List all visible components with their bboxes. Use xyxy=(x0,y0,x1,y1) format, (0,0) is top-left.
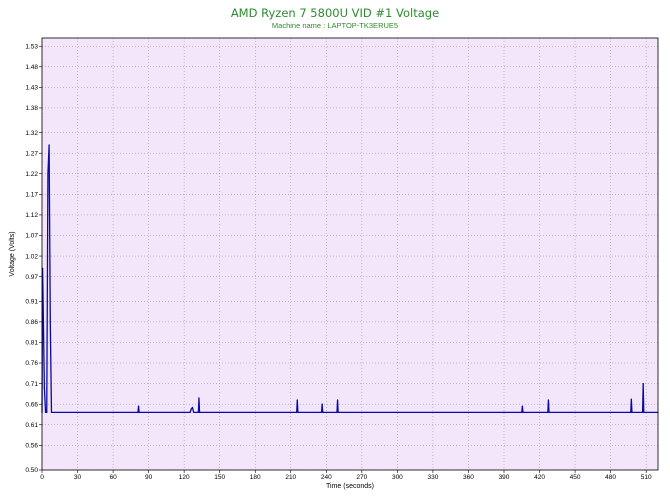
data-point xyxy=(137,405,140,407)
data-point xyxy=(631,411,633,413)
data-point xyxy=(547,411,549,413)
data-point xyxy=(643,411,645,413)
data-point xyxy=(337,411,339,413)
y-tick-label: 1.22 xyxy=(25,171,38,178)
y-tick-label: 1.53 xyxy=(25,43,38,50)
voltage-chart: 0.50 0.56 0.61 0.66 0.71 0.76 0.81 0.86 0.91 0.97… xyxy=(9,37,659,490)
data-point xyxy=(193,411,195,413)
data-point xyxy=(50,411,53,413)
x-tick-label: 0 xyxy=(40,474,44,481)
y-tick-label: 1.17 xyxy=(25,192,38,199)
x-tick-label: 480 xyxy=(605,474,616,481)
data-point xyxy=(42,304,44,307)
x-tick-label: 210 xyxy=(285,474,296,481)
data-point xyxy=(630,411,632,413)
y-axis-title: Voltage (Volts) xyxy=(9,231,16,276)
y-tick-label: 1.43 xyxy=(25,85,38,92)
y-tick-label: 0.66 xyxy=(25,401,38,408)
y-tick-label: 1.32 xyxy=(25,130,38,137)
y-tick-label: 0.56 xyxy=(25,443,38,450)
data-point xyxy=(336,411,338,413)
data-point xyxy=(189,411,191,413)
y-tick-label: 0.50 xyxy=(25,467,38,474)
data-point xyxy=(44,411,47,413)
data-point xyxy=(321,403,323,405)
data-point xyxy=(322,411,324,413)
data-point xyxy=(138,411,140,413)
data-point xyxy=(522,411,524,413)
y-tick-label: 0.81 xyxy=(25,340,38,347)
data-point xyxy=(190,408,192,410)
x-axis-title: Time (seconds) xyxy=(326,483,374,490)
data-point xyxy=(198,397,200,399)
data-point xyxy=(47,173,49,175)
data-point xyxy=(191,406,194,409)
data-point xyxy=(642,411,644,413)
y-tick-label: 1.12 xyxy=(25,212,38,219)
data-point xyxy=(296,399,298,401)
x-tick-label: 300 xyxy=(392,474,403,481)
data-point xyxy=(198,411,201,413)
y-tick-label: 0.61 xyxy=(25,422,38,429)
data-point xyxy=(320,411,323,413)
x-tick-label: 330 xyxy=(427,474,438,481)
y-tick-label: 1.27 xyxy=(25,150,38,157)
x-tick-label: 90 xyxy=(145,474,153,481)
y-tick-label: 0.76 xyxy=(25,360,38,367)
data-point xyxy=(49,321,51,323)
x-tick-label: 420 xyxy=(534,474,545,481)
data-point xyxy=(548,411,550,413)
data-point xyxy=(642,383,644,385)
y-tick-label: 1.38 xyxy=(25,105,38,112)
x-tick-label: 150 xyxy=(214,474,225,481)
data-point xyxy=(630,398,632,400)
x-tick-label: 30 xyxy=(74,474,82,481)
data-point xyxy=(547,399,550,401)
x-tick-label: 180 xyxy=(250,474,261,481)
data-point xyxy=(521,405,523,407)
x-tick-label: 450 xyxy=(570,474,581,481)
x-tick-label: 360 xyxy=(463,474,474,481)
y-tick-label: 1.07 xyxy=(25,233,38,240)
y-tick-label: 1.02 xyxy=(25,253,38,260)
data-point xyxy=(46,411,48,413)
y-tick-label: 0.71 xyxy=(25,381,38,388)
y-tick-label: 1.48 xyxy=(25,64,38,71)
y-tick-label: 0.86 xyxy=(25,319,38,326)
data-point xyxy=(137,411,139,413)
x-tick-label: 390 xyxy=(499,474,510,481)
plot-area xyxy=(42,38,658,470)
x-tick-label: 270 xyxy=(356,474,367,481)
data-point xyxy=(43,387,45,389)
x-tick-label: 60 xyxy=(109,474,117,481)
y-tick-label: 0.97 xyxy=(25,274,38,281)
x-tick-label: 240 xyxy=(321,474,332,481)
data-point xyxy=(48,144,50,146)
y-tick-label: 0.91 xyxy=(25,299,38,306)
data-point xyxy=(297,411,299,413)
data-point xyxy=(336,399,339,401)
data-point xyxy=(197,411,199,413)
data-point xyxy=(296,411,298,413)
data-point xyxy=(521,411,523,413)
x-tick-label: 510 xyxy=(641,474,652,481)
x-tick-label: 120 xyxy=(179,474,190,481)
